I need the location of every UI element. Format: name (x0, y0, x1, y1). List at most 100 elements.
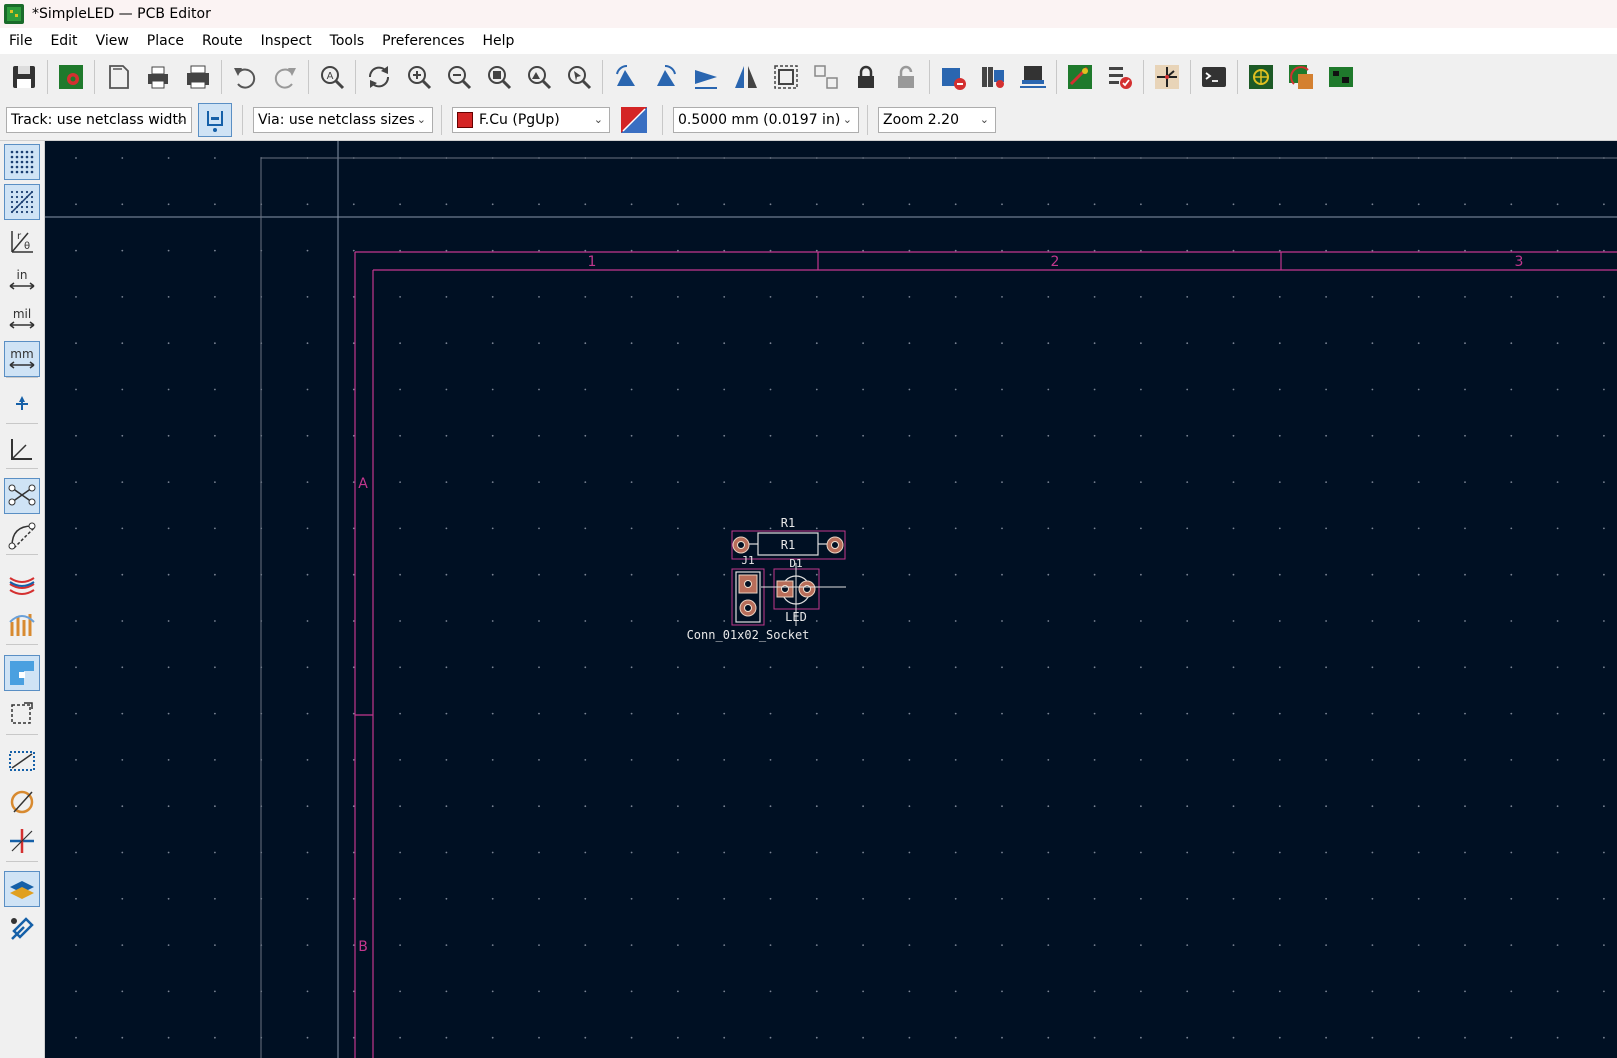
pcb-drawing[interactable]: 1 2 3 A B R1 R1 J1 Conn_01x02_Socket D1 … (45, 141, 1617, 1058)
rotate-ccw-button[interactable] (608, 59, 644, 95)
menu-route[interactable]: Route (193, 33, 252, 49)
chevron-down-icon: ⌄ (593, 113, 603, 126)
ratsnest-icon (8, 484, 36, 506)
high-contrast-button[interactable] (4, 566, 40, 602)
toolbar-separator (47, 60, 48, 94)
menu-file[interactable]: File (0, 33, 41, 49)
layer-select[interactable]: F.Cu (PgUp) ⌄ (452, 107, 610, 133)
toolbar-separator (355, 60, 356, 94)
footprint-r1[interactable]: R1 R1 (731, 516, 846, 560)
local-origin-button[interactable] (4, 431, 40, 467)
selection-filter-icon (11, 702, 33, 724)
footprint-library-button[interactable] (975, 59, 1011, 95)
units-mils-button[interactable]: mil (4, 301, 40, 337)
drc-button[interactable] (1102, 59, 1138, 95)
menu-help[interactable]: Help (474, 33, 524, 49)
undo-button[interactable] (227, 59, 263, 95)
via-size-select[interactable]: Via: use netclass sizes ⌄ (253, 107, 433, 133)
column-label-1: 1 (588, 254, 597, 270)
units-mm-icon: mm (9, 347, 35, 369)
auto-track-width-button[interactable] (198, 103, 232, 137)
selection-filter-button[interactable] (4, 695, 40, 731)
left-toolbar: r θ in mil mm (0, 141, 45, 1058)
chevron-down-icon: ⌄ (979, 113, 989, 126)
track-outline-button[interactable] (4, 823, 40, 859)
grid-dots (75, 157, 1605, 1039)
menu-place[interactable]: Place (138, 33, 193, 49)
footprint-editor-button[interactable] (935, 59, 971, 95)
3d-viewer-button[interactable] (1243, 59, 1279, 95)
mirror-button[interactable] (728, 59, 764, 95)
find-button[interactable]: A (314, 59, 350, 95)
pcb-canvas[interactable]: 1 2 3 A B R1 R1 J1 Conn_01x02_Socket D1 … (45, 141, 1617, 1058)
cursor-shape-button[interactable] (4, 386, 40, 422)
d1-reference: D1 (789, 557, 802, 570)
footprint-d1[interactable]: D1 LED (761, 557, 846, 626)
print-button[interactable] (140, 59, 176, 95)
board-setup-button[interactable] (53, 59, 89, 95)
zoom-select[interactable]: Zoom 2.20 ⌄ (878, 107, 996, 133)
draw-outline-button[interactable] (4, 744, 40, 780)
r1-reference: R1 (781, 516, 795, 530)
column-label-3: 3 (1515, 254, 1524, 270)
zoom-objects-button[interactable] (521, 59, 557, 95)
scripting-console-button[interactable] (1196, 59, 1232, 95)
r1-value: R1 (781, 538, 795, 552)
via-outline-button[interactable] (4, 784, 40, 820)
svg-text:in: in (17, 268, 28, 282)
polar-coords-button[interactable]: rθ (4, 223, 40, 259)
zoom-in-button[interactable] (401, 59, 437, 95)
zoom-selection-button[interactable] (561, 59, 597, 95)
d1-value: LED (785, 610, 807, 624)
zoom-fit-button[interactable] (481, 59, 517, 95)
layers-manager-icon (10, 881, 34, 899)
plot-button[interactable] (180, 59, 216, 95)
grid-overrides-icon (10, 190, 34, 214)
row-label-a: A (358, 476, 368, 492)
curved-ratsnest-button[interactable] (4, 518, 40, 554)
kicad-pcb-app-icon (4, 4, 24, 24)
footprint-browser-button[interactable] (1015, 59, 1051, 95)
ungroup-button[interactable] (808, 59, 844, 95)
menu-view[interactable]: View (87, 33, 138, 49)
schematic-icon (1155, 65, 1179, 89)
menu-tools[interactable]: Tools (321, 33, 374, 49)
redo-button[interactable] (267, 59, 303, 95)
drc-icon (1109, 67, 1132, 89)
page-settings-button[interactable] (100, 59, 136, 95)
menu-preferences[interactable]: Preferences (373, 33, 473, 49)
lock-button[interactable] (848, 59, 884, 95)
layer-pair-button[interactable] (616, 102, 652, 138)
zoom-out-button[interactable] (441, 59, 477, 95)
board-button[interactable] (1323, 59, 1359, 95)
net-color-button[interactable] (4, 606, 40, 642)
board-setup-icon (59, 65, 83, 89)
board-icon (1329, 67, 1353, 87)
ratsnest-button[interactable] (4, 478, 40, 514)
units-inches-button[interactable]: in (4, 262, 40, 298)
save-button[interactable] (6, 59, 42, 95)
update-pcb-button[interactable] (1062, 59, 1098, 95)
footprint-library-icon (982, 67, 1004, 88)
footprint-swap-button[interactable] (1283, 59, 1319, 95)
properties-tool-button[interactable] (4, 911, 40, 947)
group-button[interactable] (768, 59, 804, 95)
track-width-select[interactable]: Track: use netclass width ⌄ (6, 107, 192, 133)
menu-inspect[interactable]: Inspect (252, 33, 321, 49)
rotate-cw-button[interactable] (648, 59, 684, 95)
grid-select[interactable]: 0.5000 mm (0.0197 in) ⌄ (673, 107, 859, 133)
grid-dots-button[interactable] (4, 144, 40, 180)
redraw-button[interactable] (361, 59, 397, 95)
grid-overrides-button[interactable] (4, 184, 40, 220)
toolbar-separator (6, 468, 38, 469)
redraw-icon (368, 66, 390, 88)
track-width-value: Track: use netclass width (11, 112, 187, 128)
units-mm-button[interactable]: mm (4, 341, 40, 377)
fill-zones-button[interactable] (4, 655, 40, 691)
mirror-icon (735, 66, 757, 88)
menu-edit[interactable]: Edit (41, 33, 86, 49)
layers-manager-button[interactable] (4, 871, 40, 907)
flip-button[interactable] (688, 59, 724, 95)
schematic-button[interactable] (1149, 59, 1185, 95)
unlock-button[interactable] (888, 59, 924, 95)
